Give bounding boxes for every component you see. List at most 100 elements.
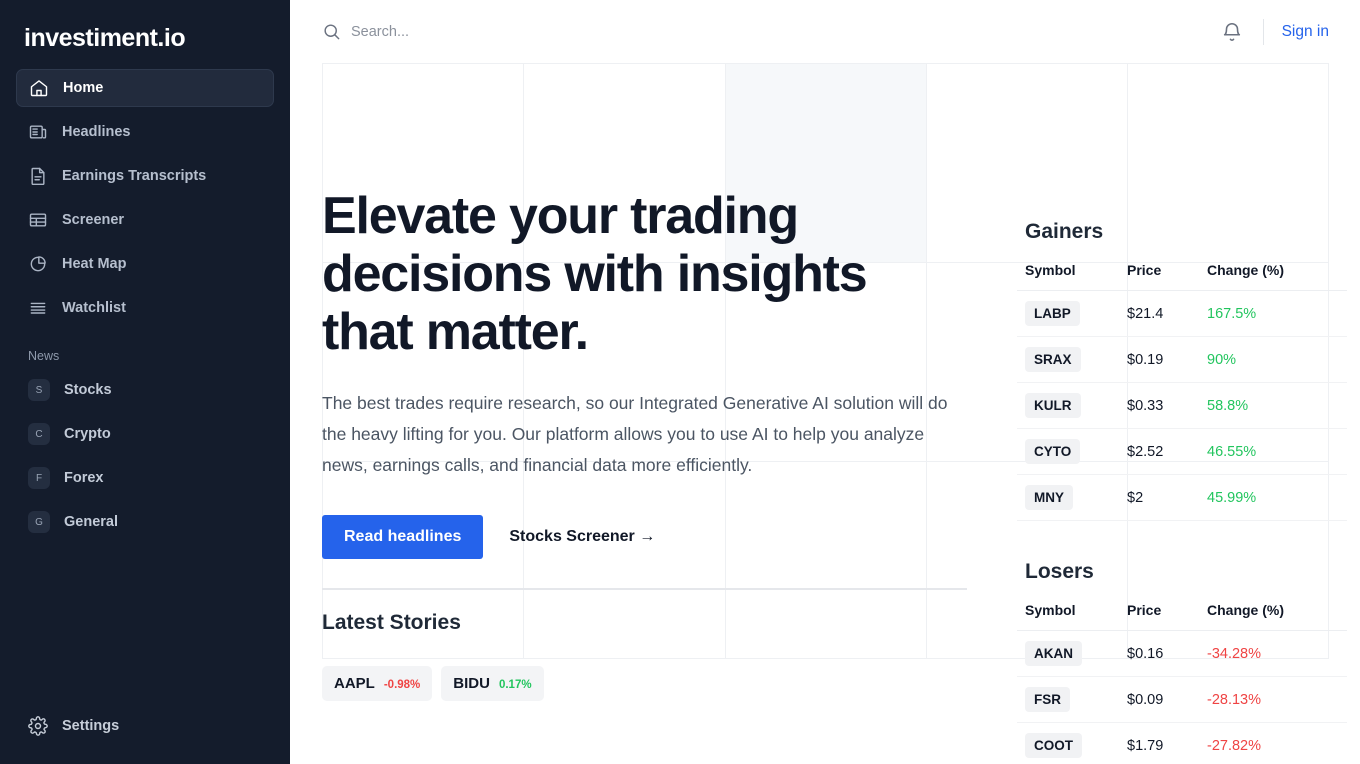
cell-change: 90% bbox=[1201, 336, 1347, 383]
ticker-change: 0.17% bbox=[498, 678, 532, 691]
table-row[interactable]: AKAN $0.16 -34.28% bbox=[1017, 630, 1347, 677]
bell-icon[interactable] bbox=[1221, 21, 1243, 43]
latest-divider bbox=[322, 587, 967, 590]
ticker-chip[interactable]: AAPL -0.98% bbox=[322, 665, 433, 701]
sidebar-item-watchlist[interactable]: Watchlist bbox=[16, 289, 274, 327]
sidebar-item-headlines[interactable]: Headlines bbox=[16, 113, 274, 151]
hero-paragraph: The best trades require research, so our… bbox=[322, 392, 948, 475]
read-headlines-button[interactable]: Read headlines bbox=[322, 514, 484, 559]
symbol-chip[interactable]: KULR bbox=[1025, 393, 1081, 418]
sidebar-item-general[interactable]: G General bbox=[16, 505, 274, 539]
sidebar-item-label: Heat Map bbox=[62, 256, 127, 272]
main-area: Sign in Elevate your trading decisions w… bbox=[290, 0, 1360, 764]
sidebar-item-label: Home bbox=[63, 80, 104, 96]
cell-price: $0.19 bbox=[1125, 336, 1201, 383]
sidebar-item-label: Headlines bbox=[62, 124, 131, 140]
symbol-chip[interactable]: SRAX bbox=[1025, 347, 1081, 372]
cell-change: 46.55% bbox=[1201, 428, 1347, 475]
symbol-chip[interactable]: AKAN bbox=[1025, 641, 1082, 666]
symbol-chip[interactable]: CYTO bbox=[1025, 439, 1081, 464]
document-icon bbox=[28, 166, 48, 186]
cell-change: 167.5% bbox=[1201, 290, 1347, 337]
cell-price: $2 bbox=[1125, 474, 1201, 521]
symbol-chip[interactable]: COOT bbox=[1025, 733, 1082, 758]
sidebar-item-label: Forex bbox=[64, 470, 104, 486]
cell-change: -34.28% bbox=[1201, 630, 1347, 677]
sidebar-item-screener[interactable]: Screener bbox=[16, 201, 274, 239]
sidebar-item-label: Stocks bbox=[64, 382, 112, 398]
symbol-chip[interactable]: LABP bbox=[1025, 301, 1080, 326]
search-icon bbox=[322, 22, 341, 41]
sidebar-item-crypto[interactable]: C Crypto bbox=[16, 417, 274, 451]
sidebar-item-label: Crypto bbox=[64, 426, 111, 442]
symbol-chip[interactable]: MNY bbox=[1025, 485, 1073, 510]
sidebar-item-forex[interactable]: F Forex bbox=[16, 461, 274, 495]
stocks-screener-link[interactable]: Stocks Screener → bbox=[507, 522, 657, 552]
table-row[interactable]: LABP $21.4 167.5% bbox=[1017, 290, 1347, 337]
page-title: Elevate your trading decisions with insi… bbox=[322, 187, 868, 361]
app-root: investiment.io Home Headlines Earnings T… bbox=[0, 0, 1360, 764]
cell-change: 58.8% bbox=[1201, 382, 1347, 429]
cell-price: $0.16 bbox=[1125, 630, 1201, 677]
cell-price: $0.33 bbox=[1125, 382, 1201, 429]
losers-table: Symbol Price Change (%) AKAN $0.16 -34.2… bbox=[1017, 594, 1347, 764]
sidebar-item-label: Watchlist bbox=[62, 300, 126, 316]
symbol-chip[interactable]: FSR bbox=[1025, 687, 1070, 712]
search-input[interactable] bbox=[351, 23, 651, 40]
column-header-symbol: Symbol bbox=[1017, 594, 1125, 631]
table-header-row: Symbol Price Change (%) bbox=[1017, 594, 1347, 631]
cell-change: 45.99% bbox=[1201, 474, 1347, 521]
cell-change: -28.13% bbox=[1201, 676, 1347, 723]
sidebar-item-label: Settings bbox=[62, 718, 120, 734]
sidebar-item-stocks[interactable]: S Stocks bbox=[16, 373, 274, 407]
sign-in-link[interactable]: Sign in bbox=[1282, 23, 1329, 41]
gainers-title: Gainers bbox=[1025, 220, 1104, 243]
sidebar-item-heat-map[interactable]: Heat Map bbox=[16, 245, 274, 283]
column-header-symbol: Symbol bbox=[1017, 254, 1125, 291]
table-row[interactable]: KULR $0.33 58.8% bbox=[1017, 382, 1347, 429]
table-row[interactable]: FSR $0.09 -28.13% bbox=[1017, 676, 1347, 723]
sidebar-item-label: General bbox=[64, 514, 118, 530]
topbar: Sign in bbox=[290, 0, 1360, 63]
table-row[interactable]: MNY $2 45.99% bbox=[1017, 474, 1347, 521]
pie-chart-icon bbox=[28, 254, 48, 274]
ticker-symbol: BIDU bbox=[453, 674, 490, 692]
cell-price: $2.52 bbox=[1125, 428, 1201, 475]
forex-badge: F bbox=[28, 467, 50, 489]
table-row[interactable]: SRAX $0.19 90% bbox=[1017, 336, 1347, 383]
sidebar-item-label: Earnings Transcripts bbox=[62, 168, 207, 184]
newspaper-icon bbox=[28, 122, 48, 142]
gear-icon bbox=[28, 716, 48, 736]
table-row[interactable]: CYTO $2.52 46.55% bbox=[1017, 428, 1347, 475]
column-header-change: Change (%) bbox=[1201, 594, 1347, 631]
gainers-table: Symbol Price Change (%) LABP $21.4 167.5… bbox=[1017, 254, 1347, 521]
table-icon bbox=[28, 210, 48, 230]
stocks-badge: S bbox=[28, 379, 50, 401]
table-header-row: Symbol Price Change (%) bbox=[1017, 254, 1347, 291]
column-header-price: Price bbox=[1125, 594, 1201, 631]
crypto-badge: C bbox=[28, 423, 50, 445]
sidebar-section-news: News bbox=[28, 349, 60, 363]
list-icon bbox=[28, 298, 48, 318]
column-header-price: Price bbox=[1125, 254, 1201, 291]
sidebar: investiment.io Home Headlines Earnings T… bbox=[0, 0, 290, 764]
brand-logo[interactable]: investiment.io bbox=[16, 0, 274, 69]
sidebar-item-home[interactable]: Home bbox=[16, 69, 274, 107]
search-bar[interactable] bbox=[322, 22, 1221, 41]
cell-price: $0.09 bbox=[1125, 676, 1201, 723]
cell-price: $21.4 bbox=[1125, 290, 1201, 337]
ticker-change: -0.98% bbox=[383, 678, 421, 691]
general-badge: G bbox=[28, 511, 50, 533]
ticker-symbol: AAPL bbox=[334, 674, 375, 692]
home-icon bbox=[29, 78, 49, 98]
losers-title: Losers bbox=[1025, 560, 1094, 583]
sidebar-item-label: Screener bbox=[62, 212, 125, 228]
sidebar-item-earnings-transcripts[interactable]: Earnings Transcripts bbox=[16, 157, 274, 195]
ticker-chip[interactable]: BIDU 0.17% bbox=[441, 665, 544, 701]
movers-panel: Gainers Symbol Price Change (%) LABP $21… bbox=[1001, 63, 1360, 764]
cell-price: $1.79 bbox=[1125, 722, 1201, 764]
table-row[interactable]: COOT $1.79 -27.82% bbox=[1017, 722, 1347, 764]
column-header-change: Change (%) bbox=[1201, 254, 1347, 291]
topbar-divider bbox=[1262, 18, 1264, 45]
sidebar-item-settings[interactable]: Settings bbox=[16, 708, 274, 744]
